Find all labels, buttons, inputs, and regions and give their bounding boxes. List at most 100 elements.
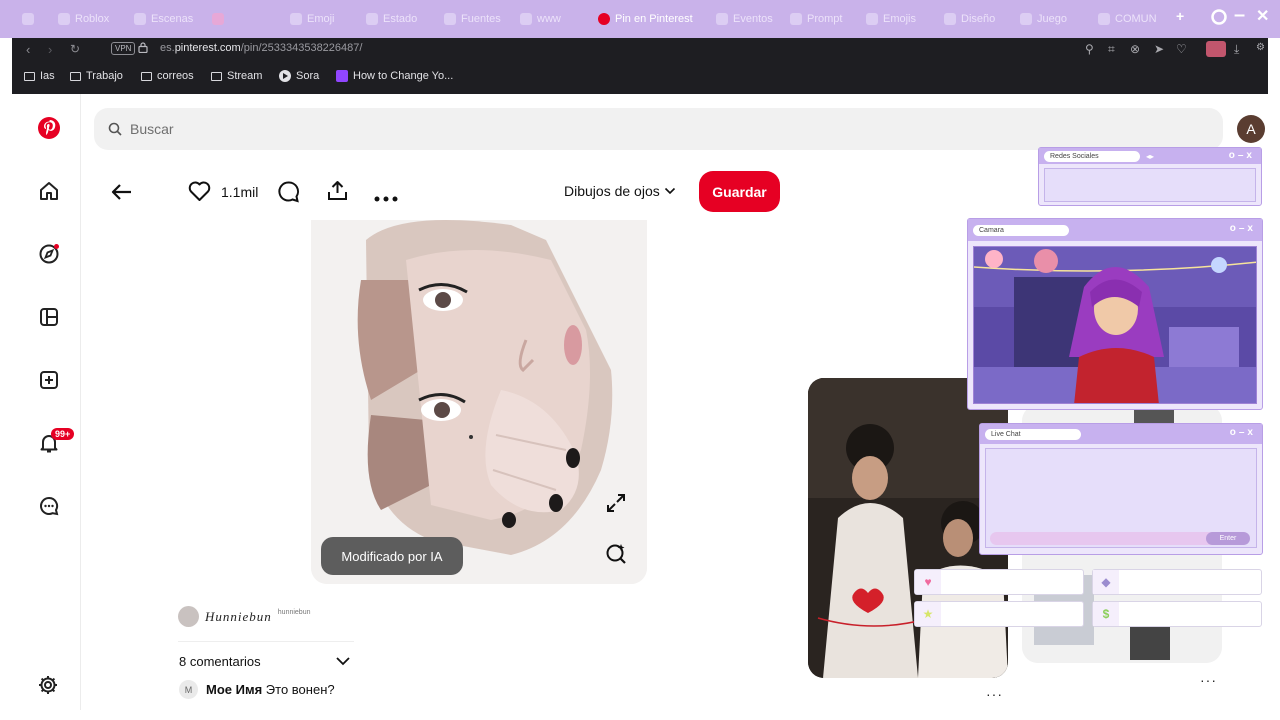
board-selector[interactable]: Dibujos de ojos xyxy=(564,183,676,199)
search-icon xyxy=(108,122,122,136)
profile-icon[interactable] xyxy=(1206,41,1226,57)
block-icon[interactable]: ⊗ xyxy=(1130,42,1140,56)
overlay-stat-box: ◆ xyxy=(1092,569,1262,595)
heart-icon[interactable]: ♡ xyxy=(1176,42,1187,56)
widget-title: Redes Sociales xyxy=(1044,150,1140,162)
browser-tab[interactable]: Emoji xyxy=(290,8,356,30)
browser-tab[interactable]: www xyxy=(520,8,586,30)
search-bar[interactable] xyxy=(94,108,1223,150)
comment-text: Это вонен? xyxy=(265,682,335,697)
browser-tab[interactable]: Prompt xyxy=(790,8,856,30)
browser-tab[interactable]: Fuentes xyxy=(444,8,510,30)
overlay-stat-box: ★ xyxy=(914,601,1084,627)
boards-icon[interactable] xyxy=(37,305,61,329)
widget-title: Camara xyxy=(973,224,1069,236)
comments-count[interactable]: 8 comentarios xyxy=(179,654,261,669)
divider xyxy=(178,641,354,642)
save-button[interactable]: Guardar xyxy=(699,171,780,212)
tab-label: www xyxy=(537,13,561,25)
widget-body xyxy=(1044,168,1256,202)
chevron-down-icon[interactable] xyxy=(335,654,351,672)
widget-title: Live Chat xyxy=(985,428,1081,440)
bookmark-correos[interactable]: correos xyxy=(141,70,194,82)
browser-tab[interactable]: Eventos xyxy=(716,8,782,30)
comment-icon[interactable] xyxy=(277,180,300,208)
bookmark-trabajo[interactable]: Trabajo xyxy=(70,70,123,82)
forward-nav-icon[interactable]: › xyxy=(48,42,52,57)
reload-icon[interactable]: ↻ xyxy=(70,42,80,56)
comment-author[interactable]: Мое Имя xyxy=(206,682,262,697)
tab-label: Pin en Pinterest xyxy=(615,13,693,25)
browser-tab[interactable]: COMUN xyxy=(1098,8,1164,30)
close-window-icon[interactable]: ✕ xyxy=(1256,6,1269,26)
bookmark-ias[interactable]: Ias xyxy=(24,70,55,82)
download-icon[interactable]: ⤓ xyxy=(1234,42,1239,57)
overlay-social-widget: Redes Sociales ◂▸ o–x xyxy=(1038,147,1262,206)
folder-icon xyxy=(141,71,152,81)
url-path: /pin/2533343538226487/ xyxy=(240,42,363,54)
tab-label: Escenas xyxy=(151,13,194,25)
messages-icon[interactable] xyxy=(37,494,61,518)
tab-label: Estado xyxy=(383,13,418,25)
user-avatar[interactable]: A xyxy=(1237,115,1265,143)
vpn-badge[interactable]: VPN xyxy=(111,42,136,55)
create-icon[interactable] xyxy=(37,368,61,392)
visual-search-icon[interactable] xyxy=(604,542,628,571)
pin-image[interactable] xyxy=(311,220,647,584)
pin-author[interactable]: Hunniebun hunniebun xyxy=(178,606,310,627)
bookmark-sora[interactable]: Sora xyxy=(279,70,319,82)
bookmark-label: Stream xyxy=(227,70,263,82)
search-input[interactable] xyxy=(130,121,730,137)
back-arrow-icon[interactable] xyxy=(110,180,134,209)
share-icon[interactable] xyxy=(326,179,349,207)
settings-icon[interactable]: ⚙ xyxy=(1256,42,1265,53)
chat-enter-button[interactable]: Enter xyxy=(1206,532,1250,545)
author-handle: hunniebun xyxy=(277,609,311,616)
settings-gear-icon[interactable] xyxy=(37,674,59,701)
window-controls-icon: o–x xyxy=(1228,150,1255,161)
browser-tab-active[interactable]: Pin en Pinterest xyxy=(598,8,718,30)
tab-label: Emojis xyxy=(883,13,917,25)
bookmark-stream[interactable]: Stream xyxy=(211,70,262,82)
back-nav-icon[interactable]: ‹ xyxy=(26,42,30,57)
tab-label: Diseño xyxy=(961,13,996,25)
bookmark-label: Ias xyxy=(40,70,55,82)
bookmark-label: Trabajo xyxy=(86,70,123,82)
tab-label: Juego xyxy=(1037,13,1067,25)
browser-tab[interactable]: Juego xyxy=(1020,8,1080,30)
overlay-camera-widget: Camara o–x xyxy=(967,218,1263,410)
star-icon: ★ xyxy=(915,602,941,626)
send-icon[interactable]: ➤ xyxy=(1154,42,1164,56)
browser-tab[interactable]: Escenas xyxy=(134,8,204,30)
ai-modified-badge[interactable]: Modificado por IA xyxy=(321,537,463,575)
record-icon[interactable] xyxy=(1210,8,1228,31)
home-icon[interactable] xyxy=(37,179,61,203)
comment-avatar[interactable]: M xyxy=(179,680,198,699)
widget-titlebar: Camara o–x xyxy=(968,219,1262,241)
browser-tab[interactable]: Estado xyxy=(366,8,434,30)
address-bar[interactable]: es.pinterest.com/pin/2533343538226487/ xyxy=(160,42,362,54)
lock-icon xyxy=(138,42,148,53)
extension-icon[interactable]: ⚲ xyxy=(1085,42,1094,56)
minimize-icon[interactable]: – xyxy=(1234,4,1245,27)
like-heart-icon[interactable] xyxy=(188,180,211,207)
new-tab-icon[interactable]: + xyxy=(1176,8,1184,24)
browser-tab[interactable]: Emojis xyxy=(866,8,932,30)
browser-tab[interactable]: Diseño xyxy=(944,8,1010,30)
chevron-down-icon xyxy=(664,187,675,195)
expand-icon[interactable] xyxy=(604,491,628,520)
bookmark-how-to-change[interactable]: How to Change Yo... xyxy=(336,70,453,82)
browser-tab[interactable] xyxy=(212,8,272,30)
bookmark-label: How to Change Yo... xyxy=(353,70,454,82)
related-pin-more-icon[interactable]: ··· xyxy=(986,686,1003,702)
explore-icon[interactable] xyxy=(37,242,61,266)
pinterest-logo-icon[interactable] xyxy=(37,116,61,140)
browser-tab[interactable] xyxy=(22,8,48,30)
related-pin-more-icon[interactable]: ··· xyxy=(1200,672,1217,688)
tab-label: COMUN xyxy=(1115,13,1157,25)
extension-icon[interactable]: ⌗ xyxy=(1108,42,1115,57)
related-pin[interactable] xyxy=(808,378,1008,678)
heart-icon: ♥ xyxy=(915,570,941,594)
author-avatar xyxy=(178,606,199,627)
more-options-icon[interactable] xyxy=(374,189,398,207)
